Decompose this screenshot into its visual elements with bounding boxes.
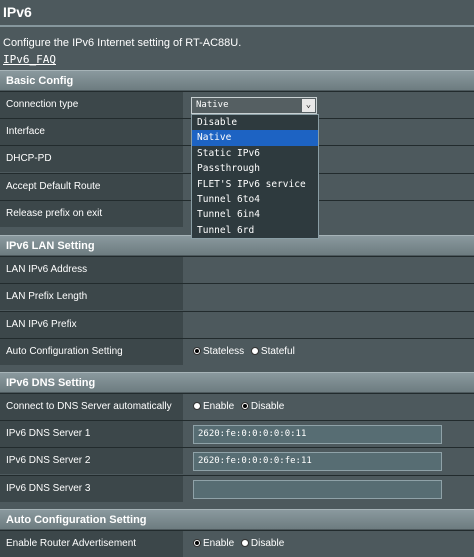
dns-disable-radio[interactable]: [240, 402, 249, 410]
lan-prefix-length-label: LAN Prefix Length: [0, 284, 183, 310]
auto-config-label: Auto Configuration Setting: [0, 339, 183, 365]
connection-type-option[interactable]: Passthrough: [192, 161, 318, 176]
router-adv-row: Enable Router Advertisement Enable Disab…: [0, 530, 474, 557]
dns-setting-heading: IPv6 DNS Setting: [0, 372, 474, 392]
stateful-label: Stateful: [260, 346, 295, 357]
connection-type-option[interactable]: Static IPv6: [192, 146, 318, 161]
dns1-label: IPv6 DNS Server 1: [0, 421, 183, 447]
router-adv-radio-group: Enable Disable: [193, 531, 284, 557]
interface-label: Interface: [0, 119, 183, 145]
dns3-input[interactable]: [193, 480, 442, 499]
auto-dns-radio-group: Enable Disable: [193, 394, 284, 420]
release-prefix-label: Release prefix on exit: [0, 201, 183, 227]
dns-enable-label: Enable: [203, 401, 235, 412]
lan-prefix-length-row: LAN Prefix Length: [0, 283, 474, 310]
connection-type-option[interactable]: Native: [192, 130, 318, 146]
dns2-input[interactable]: 2620:fe:0:0:0:0:fe:11: [193, 452, 442, 471]
connection-type-dropdown[interactable]: Disable Native Static IPv6 Passthrough FLET'…: [191, 114, 319, 240]
router-adv-disable-radio[interactable]: [240, 539, 249, 547]
auto-config-row: Auto Configuration Setting Stateless Sta…: [0, 338, 474, 365]
auto-dns-row: Connect to DNS Server automatically Enab…: [0, 393, 474, 420]
dhcp-pd-label: DHCP-PD: [0, 146, 183, 172]
page-description: Configure the IPv6 Internet setting of R…: [3, 37, 242, 49]
basic-config-heading: Basic Config: [0, 70, 474, 90]
dns-enable-radio[interactable]: [193, 402, 201, 410]
dns1-row: IPv6 DNS Server 1 2620:fe:0:0:0:0:0:11: [0, 420, 474, 447]
connection-type-option[interactable]: FLET'S IPv6 service: [192, 177, 318, 192]
router-adv-label: Enable Router Advertisement: [0, 531, 183, 557]
lan-address-label: LAN IPv6 Address: [0, 257, 183, 283]
stateless-radio[interactable]: [193, 347, 201, 355]
dns3-label: IPv6 DNS Server 3: [0, 476, 183, 502]
stateless-label: Stateless: [203, 346, 245, 357]
connection-type-option[interactable]: Tunnel 6to4: [192, 192, 318, 207]
dns-disable-label: Disable: [250, 401, 285, 412]
page-title: IPv6: [0, 0, 474, 24]
title-divider: [0, 25, 474, 27]
dns2-row: IPv6 DNS Server 2 2620:fe:0:0:0:0:fe:11: [0, 447, 474, 474]
dns3-row: IPv6 DNS Server 3: [0, 475, 474, 502]
lan-prefix-label: LAN IPv6 Prefix: [0, 312, 183, 338]
connection-type-select[interactable]: Native ⌄: [191, 97, 317, 114]
auto-config-radio-group: Stateless Stateful: [193, 339, 295, 365]
router-adv-enable-radio[interactable]: [193, 539, 201, 547]
auto-config-heading: Auto Configuration Setting: [0, 509, 474, 529]
dns2-label: IPv6 DNS Server 2: [0, 448, 183, 474]
lan-address-row: LAN IPv6 Address: [0, 256, 474, 283]
dns1-input[interactable]: 2620:fe:0:0:0:0:0:11: [193, 425, 442, 444]
router-adv-disable-label: Disable: [250, 538, 285, 549]
connection-type-option[interactable]: Tunnel 6in4: [192, 207, 318, 222]
stateful-radio[interactable]: [250, 347, 259, 355]
connection-type-value: Native: [196, 100, 229, 110]
chevron-down-icon[interactable]: ⌄: [302, 99, 315, 112]
auto-dns-label: Connect to DNS Server automatically: [0, 394, 183, 420]
connection-type-option[interactable]: Disable: [192, 115, 318, 130]
ipv6-faq-link[interactable]: IPv6_FAQ: [3, 53, 56, 66]
lan-prefix-row: LAN IPv6 Prefix: [0, 311, 474, 338]
accept-default-route-label: Accept Default Route: [0, 174, 183, 200]
connection-type-option[interactable]: Tunnel 6rd: [192, 223, 318, 238]
router-adv-enable-label: Enable: [203, 538, 235, 549]
connection-type-label: Connection type: [0, 92, 183, 118]
